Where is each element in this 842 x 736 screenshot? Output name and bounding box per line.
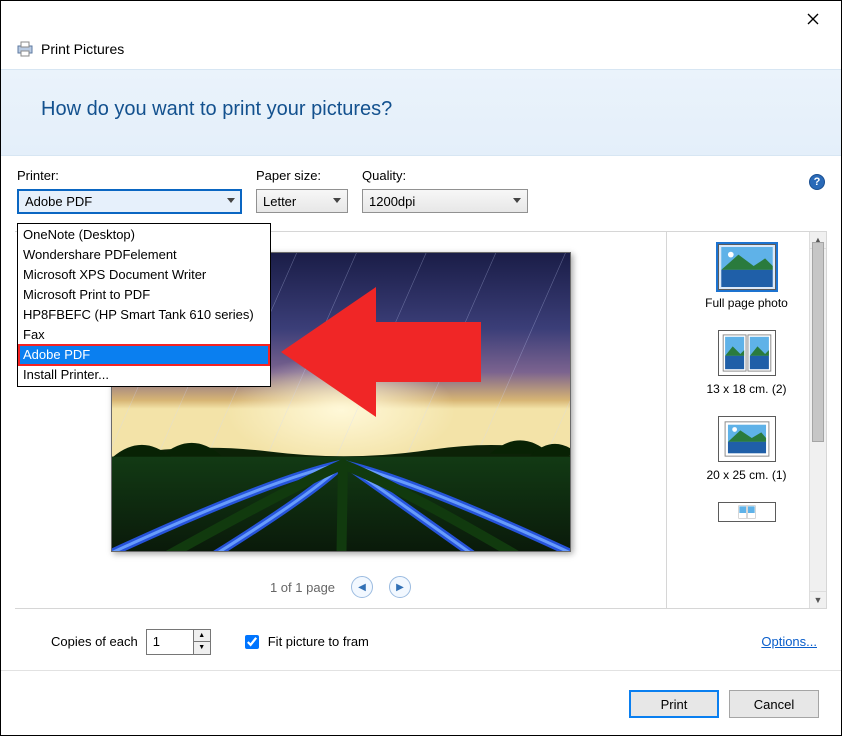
prev-page-button[interactable]: ◀	[351, 576, 373, 598]
printer-option-selected[interactable]: Adobe PDF	[19, 345, 269, 365]
copies-down[interactable]: ▼	[194, 642, 210, 654]
options-link[interactable]: Options...	[761, 634, 817, 649]
quality-label: Quality:	[362, 168, 528, 183]
printer-label: Printer:	[17, 168, 242, 183]
copies-spinner[interactable]: ▲ ▼	[146, 629, 211, 655]
layout-13x18[interactable]: 13 x 18 cm. (2)	[667, 324, 826, 410]
window-title: Print Pictures	[41, 41, 124, 57]
close-button[interactable]	[793, 5, 833, 33]
layout-partial[interactable]	[667, 496, 826, 522]
page-heading: How do you want to print your pictures?	[41, 98, 801, 121]
printer-option[interactable]: Install Printer...	[19, 365, 269, 385]
fit-picture-label: Fit picture to fram	[268, 634, 369, 649]
paper-size-label: Paper size:	[256, 168, 348, 183]
printer-option[interactable]: HP8FBEFC (HP Smart Tank 610 series)	[19, 305, 269, 325]
printer-option[interactable]: Microsoft XPS Document Writer	[19, 265, 269, 285]
printer-select[interactable]: Adobe PDF	[17, 189, 242, 214]
layout-label: Full page photo	[705, 296, 788, 310]
layout-20x25[interactable]: 20 x 25 cm. (1)	[667, 410, 826, 496]
layout-label: 13 x 18 cm. (2)	[706, 382, 786, 396]
printer-option[interactable]: Fax	[19, 325, 269, 345]
layout-scrollbar[interactable]: ▲ ▼	[809, 232, 826, 608]
paper-size-select[interactable]: Letter	[256, 189, 348, 213]
printer-option[interactable]: Microsoft Print to PDF	[19, 285, 269, 305]
printer-dropdown-list[interactable]: OneNote (Desktop) Wondershare PDFelement…	[17, 223, 271, 387]
copies-input[interactable]	[147, 630, 193, 654]
printer-option[interactable]: OneNote (Desktop)	[19, 225, 269, 245]
layout-full-page[interactable]: Full page photo	[667, 238, 826, 324]
cancel-button[interactable]: Cancel	[729, 690, 819, 718]
titlebar	[1, 1, 841, 39]
printer-icon	[15, 41, 35, 57]
copies-label: Copies of each	[51, 634, 138, 649]
quality-select[interactable]: 1200dpi	[362, 189, 528, 213]
fit-picture-input[interactable]	[245, 635, 259, 649]
header-banner: How do you want to print your pictures?	[1, 69, 841, 156]
print-button[interactable]: Print	[629, 690, 719, 718]
layout-pane[interactable]: Full page photo 13 x 18 cm. (2) 20 x 25 …	[666, 232, 826, 608]
fit-picture-checkbox[interactable]: Fit picture to fram	[241, 632, 369, 652]
next-page-button[interactable]: ▶	[389, 576, 411, 598]
copies-up[interactable]: ▲	[194, 630, 210, 642]
help-icon[interactable]: ?	[809, 174, 825, 190]
printer-option[interactable]: Wondershare PDFelement	[19, 245, 269, 265]
page-status: 1 of 1 page	[270, 580, 335, 595]
layout-label: 20 x 25 cm. (1)	[706, 468, 786, 482]
